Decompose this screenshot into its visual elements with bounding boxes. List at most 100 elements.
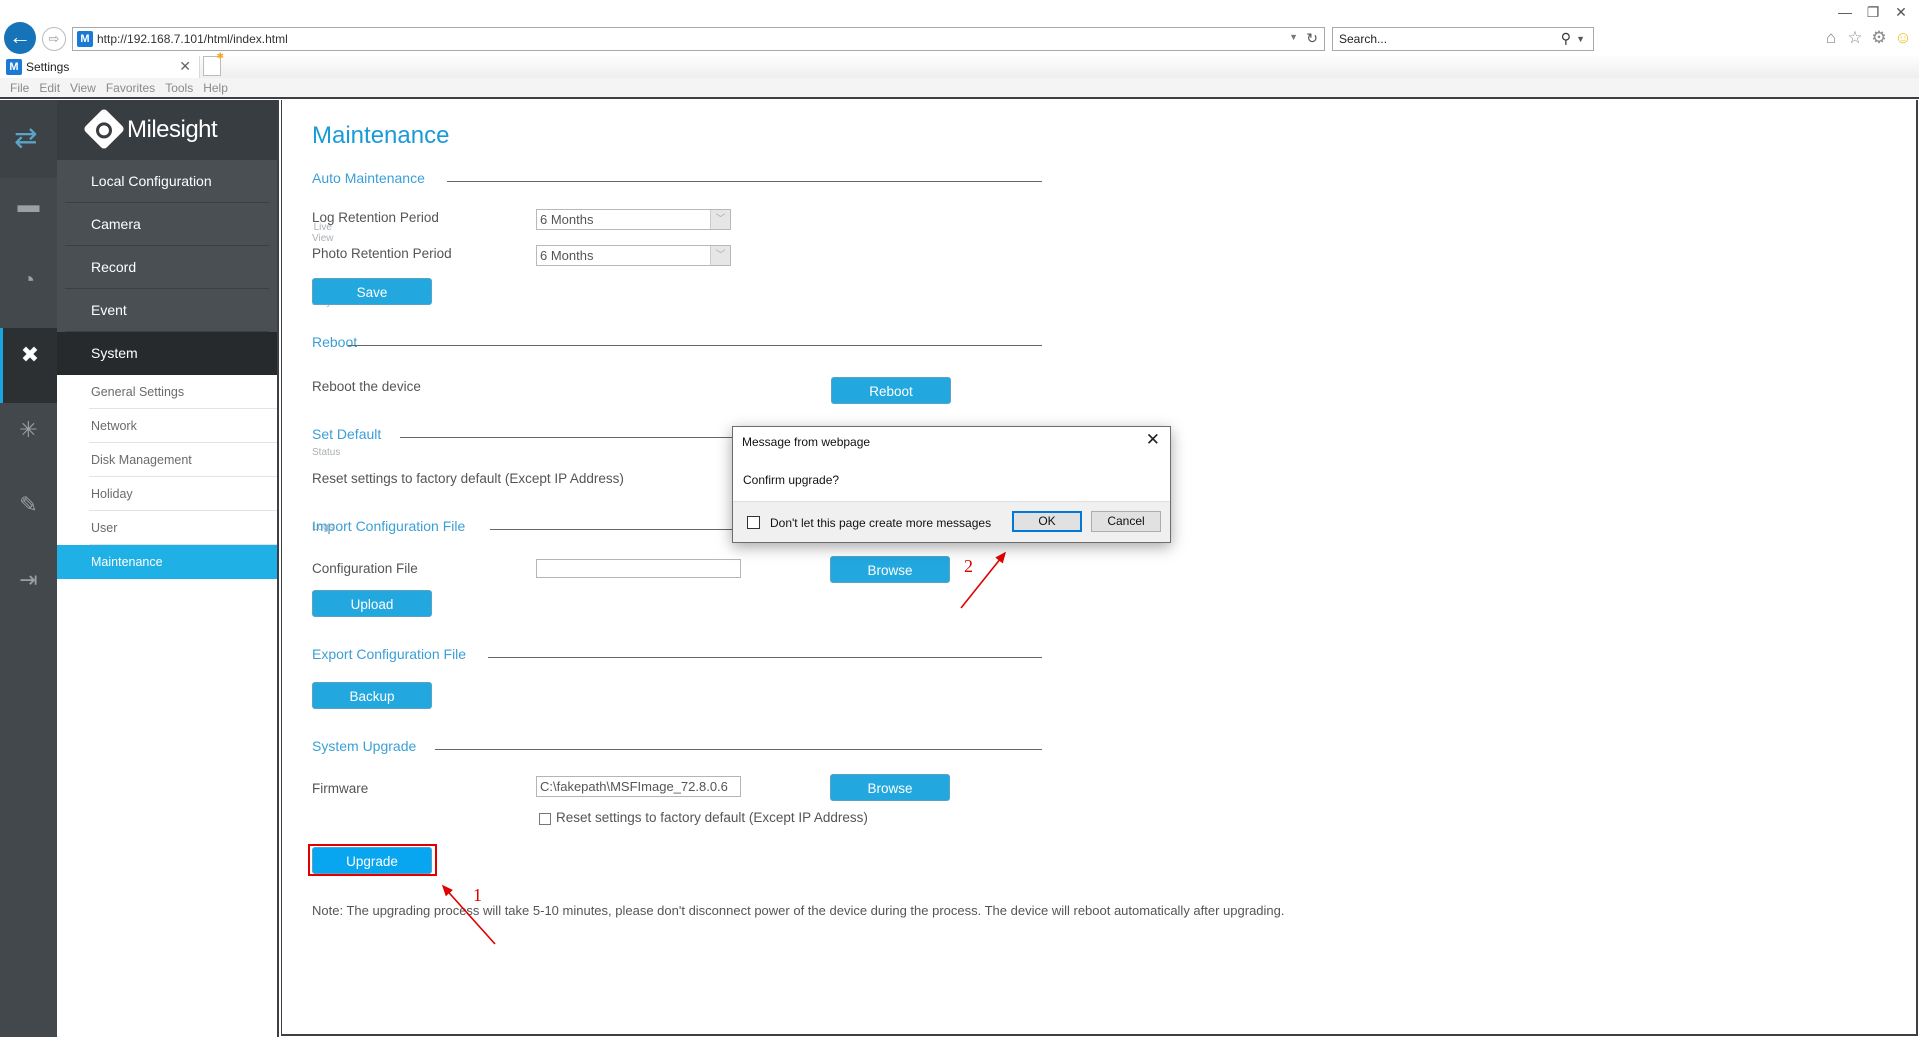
dialog-message: Confirm upgrade? <box>743 473 840 487</box>
home-icon[interactable]: ⌂ <box>1820 28 1842 48</box>
menu-edit[interactable]: Edit <box>39 81 60 95</box>
close-tab-icon[interactable]: ✕ <box>179 58 191 75</box>
tab-settings[interactable]: M Settings ✕ <box>0 56 200 78</box>
nav-holiday[interactable]: Holiday <box>57 477 277 511</box>
upgrade-button[interactable]: Upgrade <box>312 847 432 874</box>
search-dropdown-icon[interactable]: ▼ <box>1576 34 1585 44</box>
log-retention-select[interactable]: 6 Months ﹀ <box>536 209 731 230</box>
nav-maintenance[interactable]: Maintenance <box>57 545 277 579</box>
menu-favorites[interactable]: Favorites <box>106 81 155 95</box>
nav-general-settings[interactable]: General Settings <box>57 375 277 409</box>
url-text[interactable]: http://192.168.7.101/html/index.html <box>97 32 288 46</box>
backup-button[interactable]: Backup <box>312 682 432 709</box>
milesight-logo-icon <box>82 107 126 151</box>
iconbar-settings[interactable]: ✖ Settings <box>0 328 351 403</box>
favorites-star-icon[interactable]: ☆ <box>1844 28 1866 48</box>
nav-local-configuration[interactable]: Local Configuration <box>57 160 277 203</box>
iconbar-logs[interactable]: ✎ Logs <box>0 478 333 553</box>
feedback-smiley-icon[interactable]: ☺ <box>1892 28 1914 48</box>
menu-file[interactable]: File <box>10 81 29 95</box>
menu-view[interactable]: View <box>70 81 96 95</box>
annotation-step-1: 1 <box>473 885 482 905</box>
section-set-default: Set Default <box>312 426 382 442</box>
chevron-down-icon[interactable]: ﹀ <box>710 246 730 265</box>
firmware-label: Firmware <box>312 781 369 796</box>
section-system-upgrade: System Upgrade <box>312 738 417 754</box>
back-button[interactable]: ← <box>4 22 36 54</box>
firmware-file-input[interactable]: C:\fakepath\MSFImage_72.8.0.6 <box>536 776 741 797</box>
refresh-icon[interactable]: ↻ <box>1306 30 1318 47</box>
reset-settings-label: Reset settings to factory default (Excep… <box>556 810 868 825</box>
save-button[interactable]: Save <box>312 278 432 305</box>
address-dropdown-icon[interactable]: ▼ <box>1289 32 1298 42</box>
iconbar-status[interactable]: ✳ Status <box>0 403 340 478</box>
tab-strip: M Settings ✕ <box>0 54 1919 78</box>
address-bar[interactable]: M http://192.168.7.101/html/index.html ▼… <box>72 27 1325 51</box>
search-box[interactable]: ⚲ ▼ <box>1332 27 1594 51</box>
config-browse-button[interactable]: Browse <box>830 556 950 583</box>
config-file-input[interactable] <box>536 559 741 578</box>
section-reboot: Reboot <box>312 334 358 350</box>
search-input[interactable] <box>1339 29 1539 49</box>
nav-disk-management[interactable]: Disk Management <box>57 443 277 477</box>
set-default-label: Reset settings to factory default (Excep… <box>312 471 624 486</box>
photo-retention-label: Photo Retention Period <box>312 246 452 261</box>
reset-settings-checkbox[interactable] <box>539 813 551 825</box>
menu-tools[interactable]: Tools <box>165 81 193 95</box>
nav-record[interactable]: Record <box>57 246 277 289</box>
logout-icon: ⇥ <box>19 567 38 592</box>
reboot-label: Reboot the device <box>312 379 421 394</box>
icon-sidebar: ⇄ ▬ Live View ◔ Playback ✖ Settings ✳ St… <box>0 100 353 1037</box>
section-divider <box>435 749 1042 750</box>
settings-gear-icon[interactable]: ⚙ <box>1868 28 1890 48</box>
dialog-close-icon[interactable]: ✕ <box>1146 430 1160 450</box>
photo-retention-value: 6 Months <box>540 248 594 263</box>
reboot-button[interactable]: Reboot <box>831 377 951 404</box>
firmware-browse-button[interactable]: Browse <box>830 774 950 801</box>
tab-favicon-icon: M <box>6 59 22 75</box>
photo-retention-select[interactable]: 6 Months ﹀ <box>536 245 731 266</box>
settings-nav: Milesight Local Configuration Camera Rec… <box>57 100 279 1037</box>
restore-button[interactable]: ❐ <box>1858 4 1888 21</box>
nav-system[interactable]: System <box>57 332 277 375</box>
forward-arrow-icon: ⇨ <box>48 31 60 46</box>
menu-bar: File Edit View Favorites Tools Help <box>0 78 1919 99</box>
search-icon[interactable]: ⚲ <box>1561 30 1571 47</box>
log-retention-label: Log Retention Period <box>312 210 439 225</box>
minimize-button[interactable]: — <box>1830 4 1860 20</box>
config-file-label: Configuration File <box>312 561 418 576</box>
logs-icon: ✎ <box>19 492 38 517</box>
new-tab-button[interactable] <box>203 51 224 76</box>
brand-header: Milesight <box>57 100 277 160</box>
close-window-button[interactable]: ✕ <box>1886 4 1916 21</box>
nav-user[interactable]: User <box>57 511 277 545</box>
section-divider <box>447 181 1042 182</box>
upgrade-note: Note: The upgrading process will take 5-… <box>312 903 1285 918</box>
collapse-toggle[interactable]: ⇄ <box>0 100 57 178</box>
suppress-messages-checkbox[interactable] <box>747 516 760 529</box>
upload-button[interactable]: Upload <box>312 590 432 617</box>
section-divider <box>348 345 1042 346</box>
dialog-cancel-button[interactable]: Cancel <box>1091 511 1161 532</box>
dialog-ok-button[interactable]: OK <box>1012 511 1082 532</box>
status-icon: ✳ <box>19 417 38 442</box>
chevron-down-icon[interactable]: ﹀ <box>710 210 730 229</box>
menu-help[interactable]: Help <box>203 81 228 95</box>
forward-button[interactable]: ⇨ <box>42 27 66 51</box>
page-title: Maintenance <box>312 122 450 149</box>
nav-event[interactable]: Event <box>57 289 277 332</box>
live-view-icon: ▬ <box>17 192 40 217</box>
annotation-step-2: 2 <box>964 556 973 576</box>
swap-arrows-icon: ⇄ <box>14 122 38 153</box>
playback-icon: ◔ <box>21 267 36 292</box>
dialog-title: Message from webpage <box>742 435 871 449</box>
iconbar-playback[interactable]: ◔ Playback <box>0 253 353 328</box>
nav-camera[interactable]: Camera <box>57 203 277 246</box>
section-import-config: Import Configuration File <box>312 518 466 534</box>
section-export-config: Export Configuration File <box>312 646 467 662</box>
iconbar-logout[interactable]: ⇥ Logout <box>0 553 342 628</box>
iconbar-live-view[interactable]: ▬ Live View <box>0 178 334 253</box>
dialog-footer: Don't let this page create more messages… <box>733 501 1170 542</box>
section-divider <box>488 657 1042 658</box>
nav-network[interactable]: Network <box>57 409 277 443</box>
